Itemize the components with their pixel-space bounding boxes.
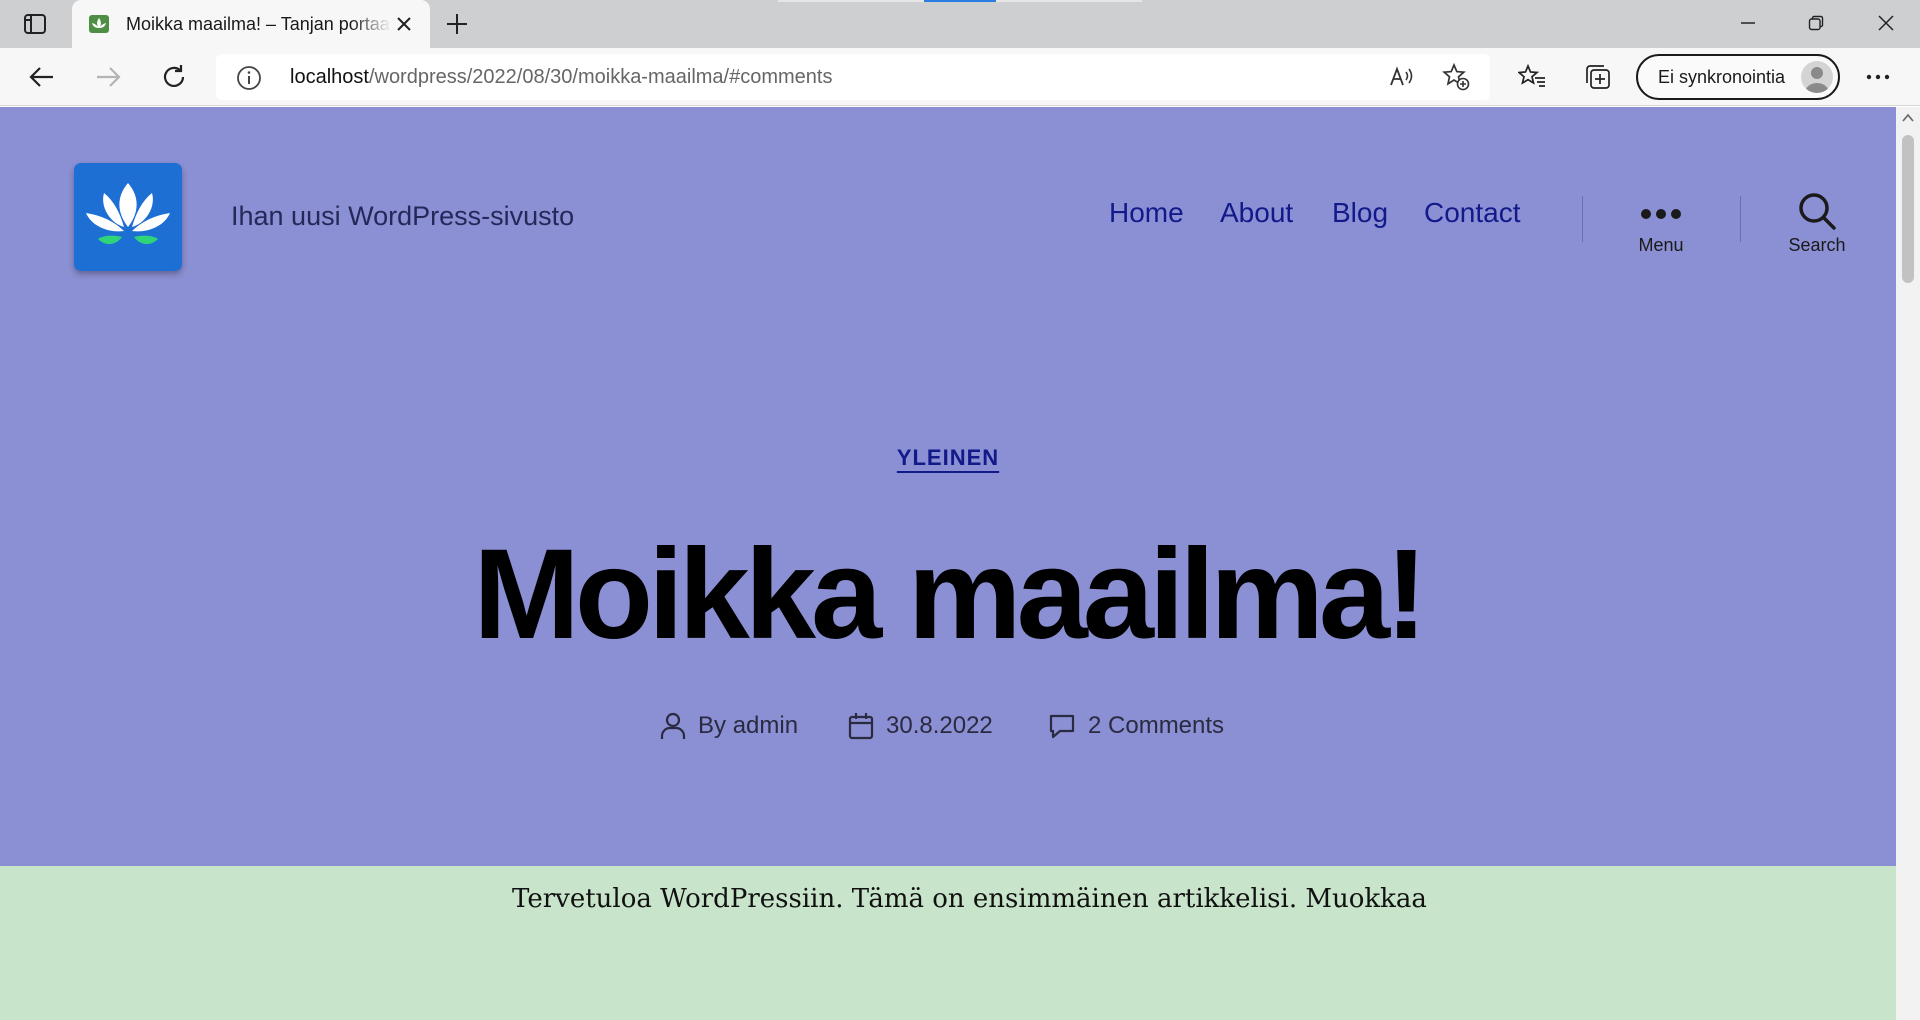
menu-label: Menu — [1638, 235, 1684, 255]
url-path: /wordpress/2022/08/30/moikka-maailma/#co… — [368, 66, 833, 88]
forward-button[interactable] — [88, 58, 128, 96]
tab-title: Moikka maailma! – Tanjan portaali — [126, 13, 391, 34]
calendar-icon — [848, 713, 874, 740]
nav-divider — [1582, 196, 1583, 242]
minimize-button[interactable] — [1714, 0, 1782, 46]
category-link[interactable]: YLEINEN — [897, 445, 999, 470]
tab-close-icon[interactable] — [392, 12, 416, 36]
scroll-up-arrow-icon[interactable] — [1902, 113, 1914, 123]
refresh-icon — [163, 65, 185, 87]
post-author: By admin — [660, 712, 798, 740]
site-title[interactable]: Ihan uusi WordPress-sivusto — [231, 201, 574, 232]
post-comments: 2 Comments — [1048, 712, 1224, 740]
page-scrollbar[interactable] — [1896, 107, 1920, 1020]
close-window-button[interactable] — [1852, 0, 1920, 46]
nav-link-contact[interactable]: Contact — [1424, 197, 1521, 229]
tab-actions-button[interactable] — [12, 9, 58, 39]
search-toggle[interactable]: Search — [1762, 193, 1872, 279]
favorites-button[interactable] — [1512, 58, 1552, 96]
user-icon — [660, 712, 686, 739]
active-tab[interactable]: Moikka maailma! – Tanjan portaali — [72, 0, 430, 48]
new-tab-button[interactable] — [440, 8, 474, 40]
read-aloud-icon[interactable] — [1388, 63, 1416, 91]
lotus-favicon-icon — [88, 13, 110, 35]
author-link[interactable]: admin — [733, 712, 798, 740]
browser-toolbar: localhost/wordpress/2022/08/30/moikka-ma… — [0, 48, 1920, 106]
date-link[interactable]: 30.8.2022 — [886, 712, 993, 740]
back-arrow-icon — [29, 67, 53, 87]
post-title: Moikka maailma! — [473, 523, 1427, 666]
profile-button[interactable]: Ei synkronointia — [1636, 54, 1840, 100]
minimize-icon — [1741, 22, 1755, 24]
profile-label: Ei synkronointia — [1658, 67, 1786, 87]
post-date: 30.8.2022 — [848, 712, 993, 740]
site-logo[interactable] — [74, 163, 182, 271]
add-favorite-icon[interactable] — [1442, 63, 1470, 91]
collections-button[interactable] — [1578, 58, 1618, 96]
favorites-icon — [1518, 64, 1545, 87]
lotus-logo-icon — [86, 183, 170, 245]
scrollbar-thumb[interactable] — [1902, 135, 1914, 283]
nav-divider — [1740, 196, 1741, 242]
address-bar[interactable]: localhost/wordpress/2022/08/30/moikka-ma… — [216, 54, 1490, 100]
nav-link-blog[interactable]: Blog — [1332, 197, 1388, 229]
post-category: YLEINEN — [0, 445, 1896, 471]
forward-arrow-icon — [97, 67, 121, 87]
avatar-icon — [1801, 61, 1833, 93]
back-button[interactable] — [22, 58, 62, 96]
restore-button[interactable] — [1782, 0, 1850, 46]
nav-link-home[interactable]: Home — [1109, 197, 1184, 229]
search-icon — [1799, 193, 1836, 230]
more-horizontal-icon — [1866, 74, 1890, 80]
url-host: localhost — [290, 66, 369, 88]
site-info-icon[interactable] — [236, 65, 262, 91]
menu-toggle[interactable]: Menu — [1606, 199, 1716, 279]
author-prefix: By — [698, 712, 733, 739]
post-excerpt: Tervetuloa WordPressiin. Tämä on ensimmä… — [512, 884, 1427, 914]
url-text[interactable]: localhost/wordpress/2022/08/30/moikka-ma… — [290, 66, 832, 89]
comment-icon — [1049, 714, 1075, 739]
browser-tab-bar: Moikka maailma! – Tanjan portaali — [0, 0, 1920, 48]
tab-actions-icon — [24, 14, 46, 34]
plus-icon — [447, 14, 467, 34]
collections-icon — [1586, 65, 1610, 89]
nav-link-about[interactable]: About — [1220, 197, 1293, 229]
more-options-button[interactable] — [1858, 58, 1898, 96]
comments-link[interactable]: 2 Comments — [1088, 712, 1224, 740]
menu-dots-icon — [1641, 209, 1681, 219]
refresh-button[interactable] — [154, 58, 194, 96]
close-icon — [1878, 15, 1894, 31]
search-label: Search — [1788, 235, 1846, 255]
loading-indicator — [924, 0, 996, 2]
restore-icon — [1808, 15, 1824, 31]
post-header-section: Ihan uusi WordPress-sivusto Home About B… — [0, 107, 1896, 866]
